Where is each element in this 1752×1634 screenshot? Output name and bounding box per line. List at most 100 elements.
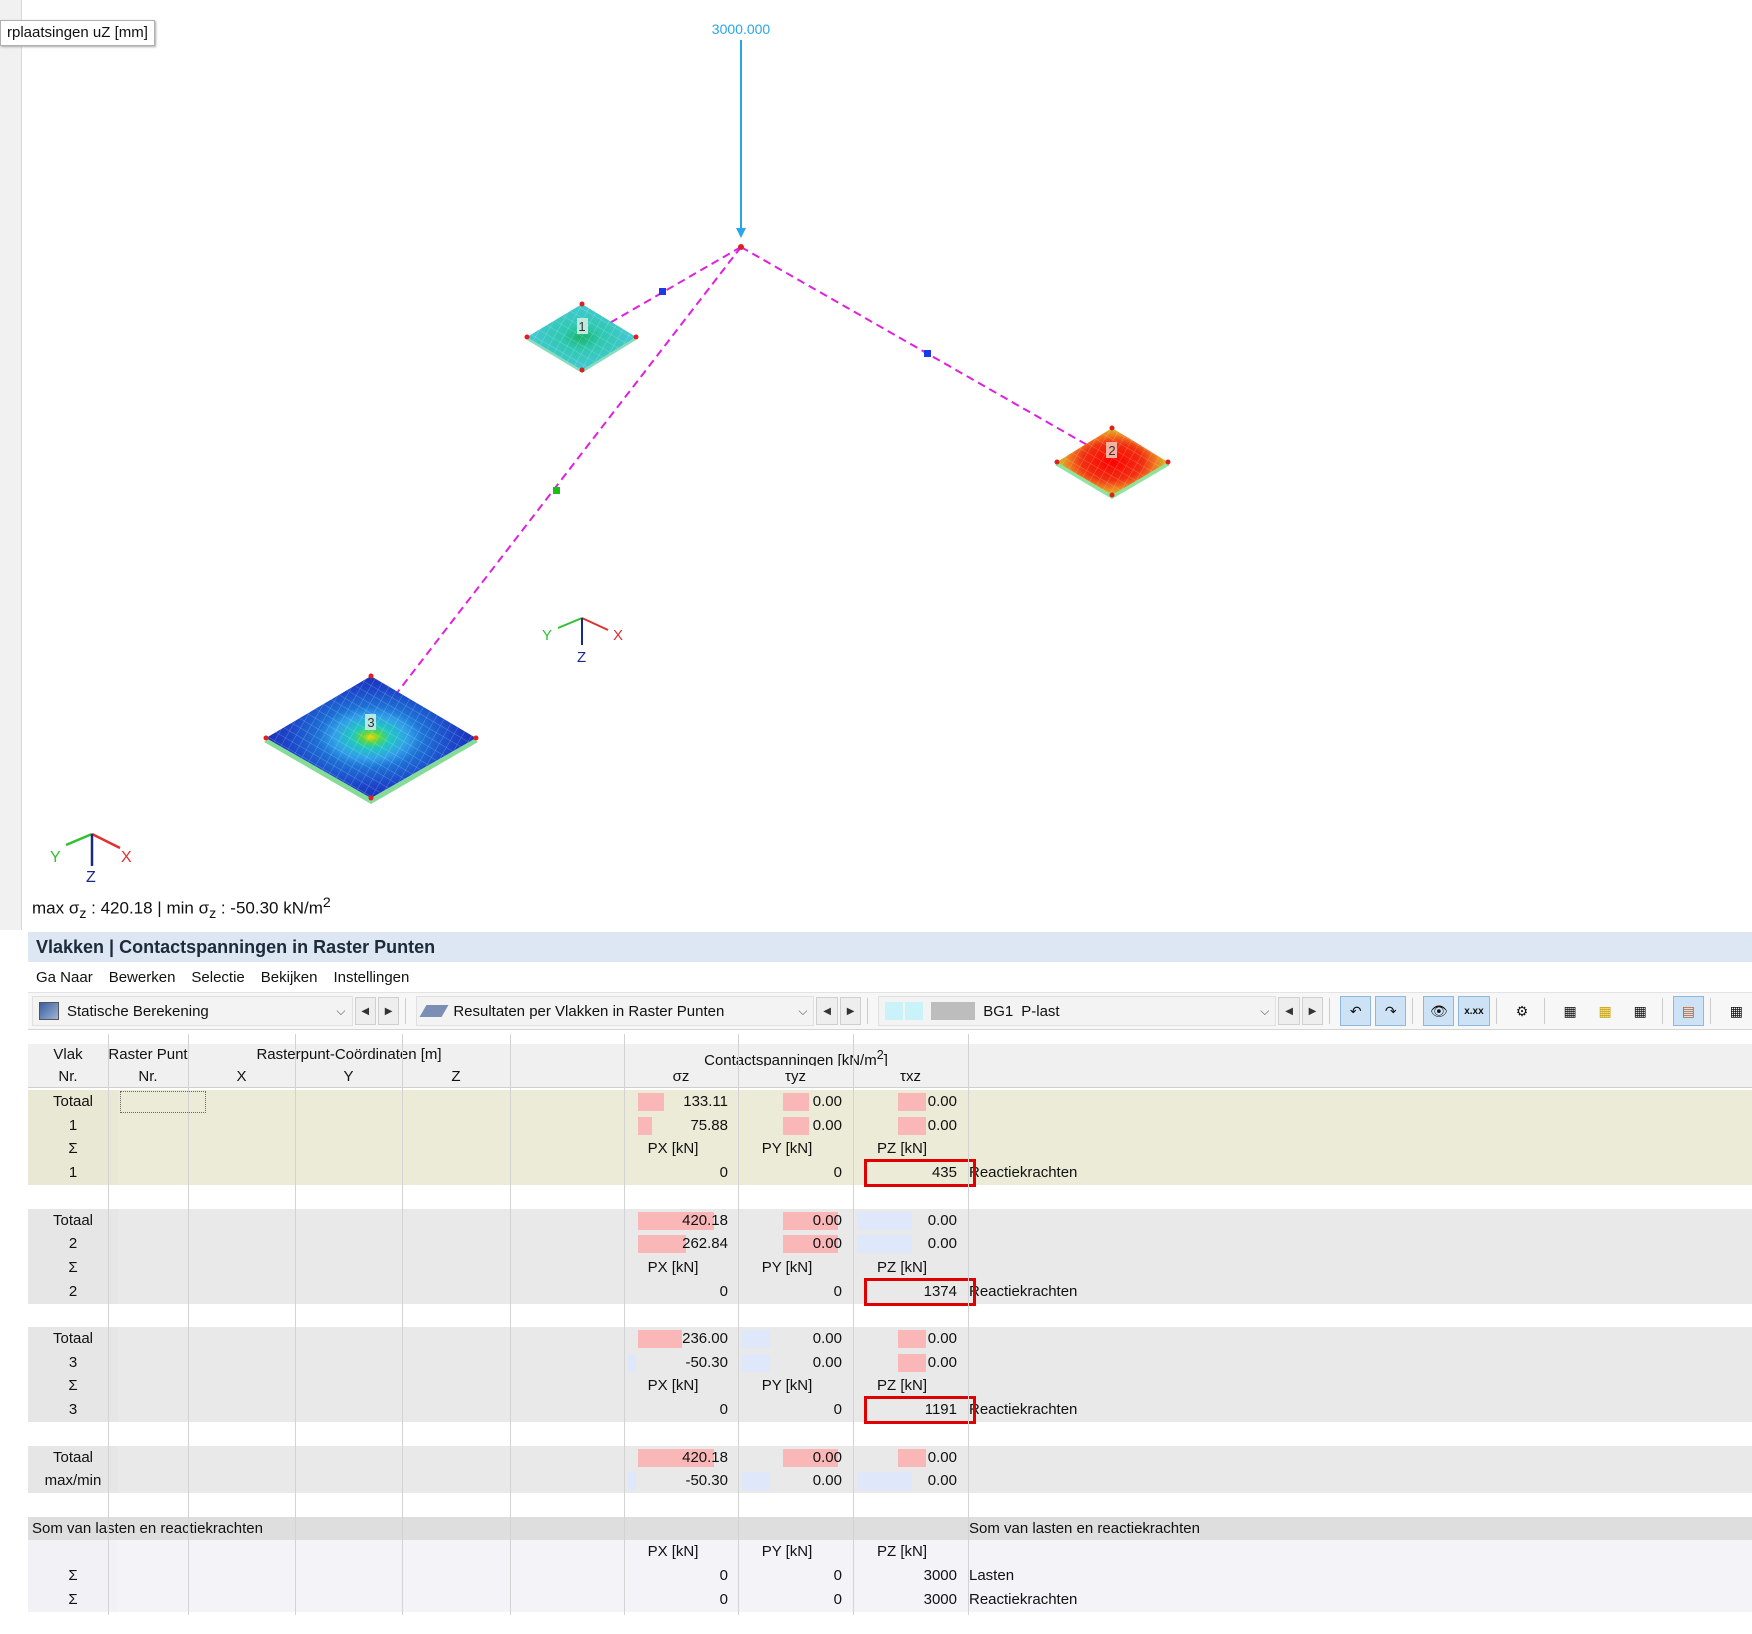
result-extremes-text: max σz : 420.18 | min σz : -50.30 kN/m2: [32, 895, 331, 923]
px-unit: PX [kN]: [647, 1258, 699, 1276]
filter-tree-icon[interactable]: ⚙: [1506, 996, 1537, 1026]
tau-yz-value: 0.00: [812, 1235, 842, 1253]
table-row[interactable]: 2 262.84 0.00 0.00: [28, 1232, 1752, 1257]
summary-header[interactable]: Som van lasten en reactiekrachten Som van…: [28, 1516, 1752, 1541]
reaction-row[interactable]: 2 0 0 1374 Reactiekrachten: [28, 1277, 1752, 1306]
result-table-select[interactable]: Resultaten per Vlakken in Raster Punten …: [416, 996, 815, 1026]
prev-button[interactable]: ◀: [816, 997, 838, 1025]
table-row[interactable]: Totaal 420.18 0.00 0.00: [28, 1208, 1752, 1233]
bar-chart-icon[interactable]: ▤: [1672, 996, 1704, 1026]
menu-selectie[interactable]: Selectie: [191, 969, 244, 986]
analysis-type-select[interactable]: Statische Berekening ⌵: [32, 996, 353, 1026]
summary-units-row[interactable]: PX [kN] PY [kN] PZ [kN]: [28, 1540, 1752, 1565]
row-number: [28, 1540, 118, 1565]
prev-button[interactable]: ◀: [1278, 997, 1300, 1025]
chevron-down-icon: ⌵: [798, 1003, 808, 1018]
menu-bekijken[interactable]: Bekijken: [261, 969, 318, 986]
reaction-row[interactable]: 1 0 0 435 Reactiekrachten: [28, 1159, 1752, 1188]
next-button[interactable]: ▶: [839, 997, 862, 1025]
summary-title: Som van lasten en reactiekrachten: [969, 1519, 1200, 1537]
row-number: max/min: [28, 1469, 118, 1494]
header-raster-nr: Nr.: [138, 1068, 158, 1085]
sync-selection-icon[interactable]: ↶: [1340, 996, 1372, 1026]
selected-cell[interactable]: [120, 1091, 206, 1113]
results-panel: Vlakken | Contactspanningen in Raster Pu…: [28, 932, 1752, 1634]
table-row[interactable]: max/min -50.30 0.00 0.00: [28, 1469, 1752, 1494]
tau-yz-value: 0.00: [812, 1472, 842, 1490]
summary-row[interactable]: Σ 0 0 3000 Lasten: [28, 1564, 1752, 1588]
tau-xz-value: 0.00: [927, 1116, 957, 1134]
model-scene[interactable]: 3000.000 1 2 3 X Y Z X Y Z: [0, 0, 1752, 930]
header-z: Z: [451, 1068, 461, 1085]
toolbar-separator: [1329, 998, 1331, 1024]
reaction-py: 0: [833, 1164, 842, 1182]
units-row[interactable]: Σ PX [kN] PY [kN] PZ [kN]: [28, 1255, 1752, 1280]
row-number: 3: [28, 1350, 118, 1375]
units-row[interactable]: Σ PX [kN] PY [kN] PZ [kN]: [28, 1374, 1752, 1399]
units-row[interactable]: Σ PX [kN] PY [kN] PZ [kN]: [28, 1137, 1752, 1162]
link-midpoint[interactable]: [553, 487, 560, 494]
prev-button[interactable]: ◀: [354, 997, 376, 1025]
foundation-plate-3[interactable]: 3: [263, 673, 479, 805]
axis-z-label: Z: [86, 869, 96, 886]
reaction-py: 0: [833, 1401, 842, 1419]
sigma-z-value: -50.30: [685, 1472, 728, 1490]
load-arrow-head: [736, 228, 746, 238]
row-number: 3: [28, 1398, 118, 1423]
menu-ga-naar[interactable]: Ga Naar: [36, 969, 93, 986]
link-midpoint[interactable]: [924, 350, 931, 357]
sync-view-icon[interactable]: ↷: [1375, 996, 1407, 1026]
reaction-px: 0: [719, 1164, 728, 1182]
header-y: Y: [343, 1068, 354, 1085]
table-icon[interactable]: ▦: [1555, 996, 1586, 1026]
reaction-row[interactable]: 3 0 0 1191 Reactiekrachten: [28, 1396, 1752, 1425]
link-midpoint[interactable]: [659, 288, 666, 295]
model-viewport[interactable]: rplaatsingen uZ [mm] 3000.000 1 2 3 X Y …: [0, 0, 1752, 930]
analysis-type-label: Statische Berekening: [67, 1002, 209, 1020]
pz-unit: PZ [kN]: [876, 1543, 927, 1561]
summary-row[interactable]: Σ 0 0 3000 Reactiekrachten: [28, 1587, 1752, 1612]
column-divider: [108, 1034, 109, 1616]
menu-instellingen[interactable]: Instellingen: [333, 969, 409, 986]
rigid-links[interactable]: [375, 246, 1111, 721]
visibility-eye-icon[interactable]: 👁: [1423, 996, 1455, 1026]
results-table: Vlak Raster Punt Rasterpunt-Coördinaten …: [28, 1034, 1752, 1634]
sum-py: 0: [833, 1590, 842, 1608]
next-button[interactable]: ▶: [1301, 997, 1324, 1025]
sum-pz: 3000: [923, 1590, 957, 1608]
next-button[interactable]: ▶: [377, 997, 400, 1025]
sum-py: 0: [833, 1567, 842, 1584]
menu-bewerken[interactable]: Bewerken: [109, 969, 176, 986]
load-case-code: BG1: [983, 1002, 1014, 1020]
table-row[interactable]: Totaal 133.11 0.00 0.00: [28, 1090, 1752, 1114]
table-highlight-icon[interactable]: ▦: [1590, 996, 1621, 1026]
column-divider: [402, 1034, 403, 1616]
load-node[interactable]: [738, 244, 744, 250]
reaction-px: 0: [719, 1282, 728, 1300]
column-divider: [295, 1034, 296, 1616]
table-row[interactable]: 3 -50.30 0.00 0.00: [28, 1350, 1752, 1375]
show-values-icon[interactable]: x.xx: [1458, 996, 1490, 1026]
table-row[interactable]: Totaal 420.18 0.00 0.00: [28, 1445, 1752, 1470]
sum-label: Lasten: [969, 1567, 1015, 1584]
toolbar-separator: [1709, 998, 1711, 1024]
table-row[interactable]: 1 75.88 0.00 0.00: [28, 1113, 1752, 1138]
tau-xz-value: 0.00: [927, 1093, 957, 1110]
table-export-icon[interactable]: ▦: [1625, 996, 1656, 1026]
sum-px: 0: [719, 1590, 728, 1608]
load-case-select[interactable]: BG1 P-last ⌵: [878, 996, 1277, 1026]
axis-x-label: X: [613, 627, 623, 644]
header-coordinates: Rasterpunt-Coördinaten [m]: [256, 1046, 442, 1063]
column-divider: [853, 1034, 854, 1616]
foundation-plate-1[interactable]: 1: [524, 301, 639, 374]
reaction-label: Reactiekrachten: [969, 1401, 1078, 1419]
chevron-down-icon: ⌵: [1260, 1003, 1270, 1018]
table-row[interactable]: Totaal 236.00 0.00 0.00: [28, 1327, 1752, 1351]
py-unit: PY [kN]: [761, 1377, 813, 1395]
px-unit: PX [kN]: [647, 1543, 699, 1561]
row-number: Totaal: [28, 1208, 118, 1233]
header-vlak: Vlak: [53, 1046, 83, 1063]
highlight-box: [864, 1159, 976, 1188]
columns-icon[interactable]: ▦: [1721, 996, 1752, 1026]
sum-px: 0: [719, 1567, 728, 1584]
